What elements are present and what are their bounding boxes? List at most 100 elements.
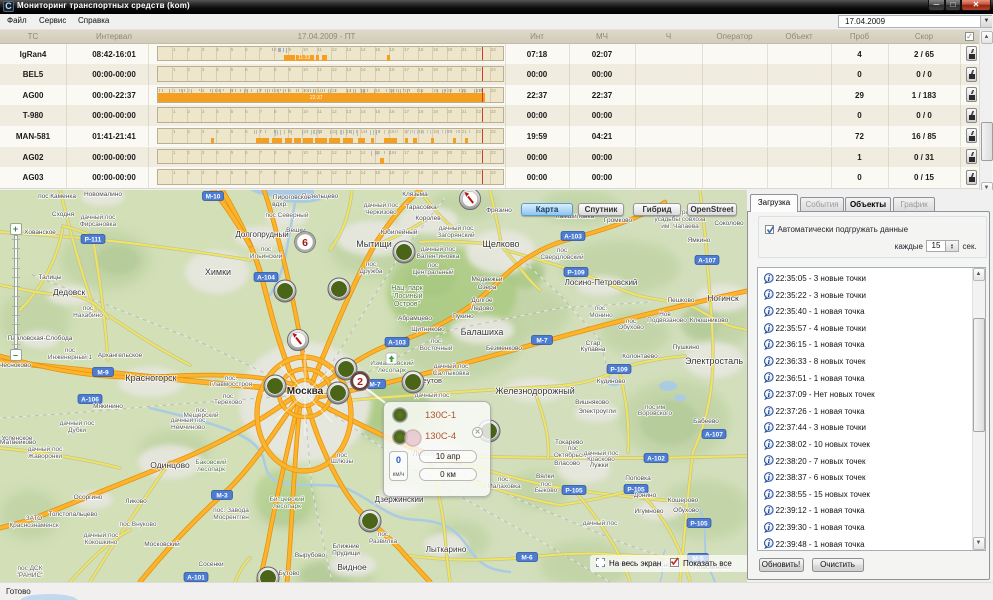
svg-text:Сходня: Сходня bbox=[52, 211, 75, 218]
svg-text:ЗАТО: ЗАТО bbox=[26, 515, 43, 522]
svg-text:Талицы: Талицы bbox=[38, 274, 61, 281]
svg-text:дачный пос: дачный пос bbox=[415, 391, 450, 399]
svg-text:Подвязаново: Подвязаново bbox=[647, 317, 687, 324]
svg-text:Ближние: Ближние bbox=[333, 543, 360, 550]
svg-text:Московский: Московский bbox=[144, 540, 180, 548]
svg-text:Химки: Химки bbox=[205, 267, 231, 277]
svg-text:Остров": Остров" bbox=[394, 301, 421, 308]
svg-text:А-107: А-107 bbox=[705, 432, 723, 439]
svg-text:пос: пос bbox=[261, 246, 272, 253]
svg-text:дачный пос: дачный пос bbox=[60, 419, 95, 427]
svg-text:Монино: Монино bbox=[589, 312, 613, 319]
svg-text:Быково: Быково bbox=[535, 487, 558, 494]
svg-text:Шлюзы: Шлюзы bbox=[331, 458, 354, 465]
svg-text:пос: пос bbox=[378, 531, 389, 538]
svg-text:пос: пос bbox=[83, 305, 94, 312]
svg-text:Р-105: Р-105 bbox=[565, 488, 583, 495]
svg-text:Пушкино: Пушкино bbox=[673, 344, 700, 351]
svg-text:Соколово: Соколово bbox=[714, 220, 744, 227]
svg-text:пос: пос bbox=[366, 261, 377, 268]
svg-text:пос Каменка: пос Каменка bbox=[38, 193, 76, 200]
svg-text:Вишняково: Вишняково bbox=[575, 399, 609, 406]
svg-text:Воровского: Воровского bbox=[638, 410, 673, 417]
svg-text:лесопарк: лесопарк bbox=[273, 503, 301, 510]
svg-text:Одинцово: Одинцово bbox=[150, 460, 190, 470]
svg-text:дачный пос: дачный пос bbox=[583, 519, 618, 527]
svg-text:Ямкино: Ямкино bbox=[688, 237, 711, 244]
svg-text:Кудиново: Кудиново bbox=[597, 378, 626, 385]
svg-text:дачный пос: дачный пос bbox=[28, 445, 63, 453]
svg-text:пос.: пос. bbox=[498, 476, 510, 483]
svg-text:Р-111: Р-111 bbox=[85, 237, 102, 244]
svg-text:Дедовск: Дедовск bbox=[53, 287, 86, 297]
svg-text:Мякинино: Мякинино bbox=[93, 403, 123, 410]
svg-text:Архангельское: Архангельское bbox=[98, 352, 143, 359]
svg-text:Ильинский: Ильинский bbox=[250, 252, 283, 260]
svg-text:Осоргино: Осоргино bbox=[74, 494, 103, 501]
svg-text:2: 2 bbox=[357, 376, 363, 388]
svg-text:Пироговское: Пироговское bbox=[273, 194, 312, 201]
svg-text:Мещерский: Мещерский bbox=[184, 411, 219, 419]
svg-text:Вялки: Вялки bbox=[536, 473, 554, 480]
svg-text:Лужки: Лужки bbox=[590, 462, 609, 469]
svg-text:Главмосстроя: Главмосстроя bbox=[210, 381, 253, 388]
svg-text:Ликово: Ликово bbox=[125, 498, 147, 505]
svg-text:М-7: М-7 bbox=[536, 338, 548, 345]
svg-text:Ледово: Ледово bbox=[471, 305, 494, 312]
svg-text:дачный пос: дачный пос bbox=[84, 531, 119, 539]
svg-text:Абрамцево: Абрамцево bbox=[398, 314, 432, 322]
svg-text:Москва: Москва bbox=[287, 386, 324, 397]
svg-text:Щелково: Щелково bbox=[482, 239, 519, 249]
svg-text:Битцевский: Битцевский bbox=[270, 495, 305, 503]
svg-text:пос Северный: пос Северный bbox=[265, 211, 308, 219]
svg-text:усадьбы совхоза: усадьбы совхоза bbox=[654, 215, 706, 223]
svg-text:Терехово: Терехово bbox=[214, 399, 242, 406]
svg-text:Донино: Донино bbox=[634, 492, 657, 499]
svg-text:Видное: Видное bbox=[337, 562, 367, 572]
svg-text:Долгопрудный: Долгопрудный bbox=[235, 230, 288, 239]
svg-text:Электросталь: Электросталь bbox=[685, 356, 743, 366]
svg-text:М-6: М-6 bbox=[521, 555, 533, 562]
svg-text:Свердловский: Свердловский bbox=[540, 253, 584, 261]
svg-text:Сосенки: Сосенки bbox=[198, 561, 224, 568]
svg-text:А-103: А-103 bbox=[564, 234, 582, 241]
svg-text:пос: пос bbox=[557, 247, 568, 254]
svg-text:Лосино-Петровский: Лосино-Петровский bbox=[565, 278, 638, 287]
svg-text:им. Чапаева: им. Чапаева bbox=[661, 223, 699, 230]
svg-text:пос: пос bbox=[568, 445, 579, 452]
svg-text:Хованское: Хованское bbox=[24, 229, 56, 236]
svg-text:Фирсановка: Фирсановка bbox=[80, 221, 117, 228]
svg-text:Власово: Власово bbox=[554, 460, 580, 467]
svg-text:пос: пос bbox=[428, 262, 439, 269]
svg-text:М-7: М-7 bbox=[369, 382, 381, 389]
svg-text:Новомалино: Новомалино bbox=[84, 191, 122, 198]
svg-text:М-9: М-9 bbox=[97, 370, 109, 377]
svg-text:Красногорск: Красногорск bbox=[125, 373, 176, 383]
svg-text:Пешково: Пешково bbox=[667, 297, 694, 304]
svg-text:Бутово: Бутово bbox=[279, 570, 300, 577]
svg-text:пос. Завода: пос. Завода bbox=[213, 507, 249, 514]
svg-text:Баковский: Баковский bbox=[195, 458, 227, 466]
svg-text:Немчиново: Немчиново bbox=[171, 424, 205, 431]
svg-text:Королев: Королев bbox=[415, 215, 441, 222]
svg-text:Черкизово: Черкизово bbox=[365, 209, 397, 216]
svg-text:Железнодорожный: Железнодорожный bbox=[495, 386, 575, 396]
svg-text:Бабеево: Бабеево bbox=[693, 417, 719, 425]
svg-text:дачный пос: дачный пос bbox=[434, 362, 469, 370]
svg-text:Электроугли: Электроугли bbox=[578, 408, 616, 415]
svg-text:Загорянский: Загорянский bbox=[437, 231, 475, 239]
svg-text:Клюшниково: Клюшниково bbox=[690, 317, 729, 324]
svg-text:Дубки: Дубки bbox=[68, 426, 86, 434]
svg-text:дачный пос: дачный пос bbox=[364, 201, 399, 209]
svg-text:Валентиновка: Валентиновка bbox=[417, 253, 460, 260]
svg-text:Кошерово: Кошерово bbox=[668, 497, 699, 504]
svg-text:Пукино: Пукино bbox=[452, 313, 474, 320]
svg-text:Озера: Озера bbox=[478, 284, 497, 291]
svg-text:пос: пос bbox=[431, 338, 442, 345]
svg-text:Малаховка: Малаховка bbox=[487, 483, 521, 490]
svg-text:"Лосиный: "Лосиный bbox=[391, 292, 422, 300]
svg-text:пос: пос bbox=[65, 347, 76, 354]
svg-text:А-102: А-102 bbox=[647, 456, 665, 463]
svg-text:Нахабино: Нахабино bbox=[73, 311, 103, 319]
svg-text:Дружба: Дружба bbox=[360, 267, 383, 275]
